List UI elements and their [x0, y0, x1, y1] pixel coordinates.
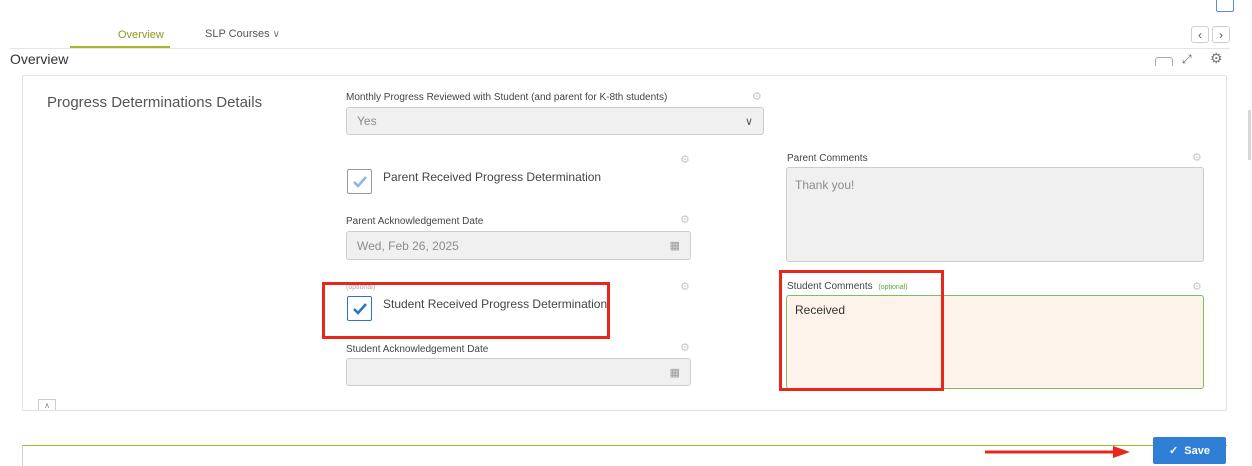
check-icon: [352, 176, 367, 188]
section-title: Progress Determinations Details: [47, 94, 263, 111]
tab-slp-courses[interactable]: SLP Courses ∨: [205, 28, 280, 40]
monthly-progress-label: Monthly Progress Reviewed with Student (…: [346, 92, 668, 103]
gear-icon[interactable]: ⚙: [1192, 151, 1202, 164]
monthly-progress-select[interactable]: Yes ∨: [346, 107, 764, 135]
chevron-right-icon[interactable]: ›: [1212, 26, 1230, 43]
calendar-icon: ▦: [669, 366, 680, 379]
annotation-arrow: [985, 445, 1130, 459]
overview-title: Overview: [10, 51, 69, 67]
minimize-icon[interactable]: [1155, 57, 1173, 66]
parent-received-label: Parent Received Progress Determination: [383, 170, 602, 184]
save-label: Save: [1184, 444, 1210, 457]
student-ack-date-field[interactable]: ▦: [346, 358, 691, 386]
expand-icon[interactable]: ⤢: [1182, 52, 1192, 67]
parent-ack-date-label: Parent Acknowledgement Date: [346, 216, 484, 227]
tabs-divider: [10, 48, 1230, 49]
monthly-progress-value: Yes: [357, 114, 377, 128]
parent-received-checkbox[interactable]: [347, 169, 372, 194]
parent-comments-value: Thank you!: [795, 178, 855, 192]
collapse-icon[interactable]: [1216, 0, 1234, 12]
gear-icon[interactable]: ⚙: [680, 153, 690, 166]
parent-comments-textarea[interactable]: Thank you!: [786, 167, 1204, 262]
gear-icon[interactable]: ⚙: [752, 90, 762, 103]
gear-icon[interactable]: ⚙: [1192, 280, 1202, 293]
parent-ack-date-value: Wed, Feb 26, 2025: [357, 238, 459, 253]
gear-icon[interactable]: ⚙: [680, 280, 690, 293]
check-icon: ✓: [1169, 445, 1179, 457]
gear-icon[interactable]: ⚙: [1210, 50, 1223, 67]
tab-slp-courses-label: SLP Courses: [205, 28, 270, 40]
student-ack-date-label: Student Acknowledgement Date: [346, 344, 489, 355]
parent-comments-label: Parent Comments: [787, 153, 868, 164]
parent-ack-date-field[interactable]: Wed, Feb 26, 2025 ▦: [346, 231, 691, 260]
gear-icon[interactable]: ⚙: [680, 213, 690, 226]
scroll-indicator[interactable]: [1248, 110, 1251, 160]
chevron-left-icon[interactable]: ‹: [1191, 26, 1209, 43]
calendar-icon: ▦: [669, 240, 680, 252]
chevron-down-icon: ∨: [744, 115, 753, 128]
annotation-highlight-checkbox: [322, 282, 610, 339]
footer-left-edge: [22, 445, 23, 466]
annotation-highlight-comments: [779, 270, 944, 391]
gear-icon[interactable]: ⚙: [680, 341, 690, 354]
collapse-panel-icon[interactable]: ∧: [38, 399, 56, 410]
save-button[interactable]: ✓ Save: [1153, 437, 1226, 464]
chevron-down-icon: ∨: [272, 28, 280, 40]
tab-overview[interactable]: Overview: [118, 29, 164, 41]
